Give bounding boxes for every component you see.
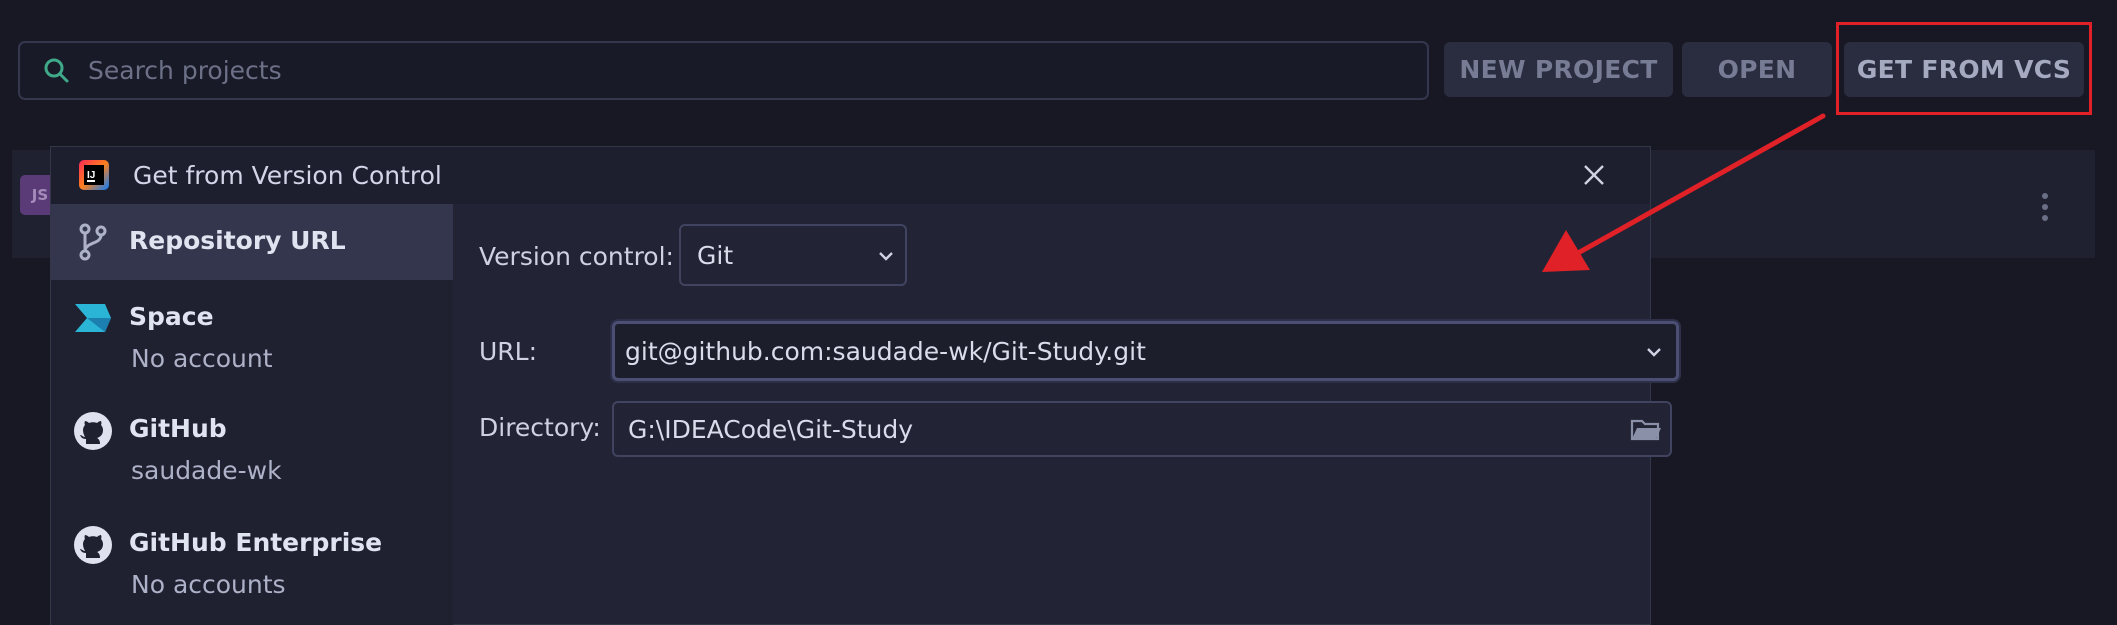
github-icon (74, 526, 112, 564)
nav-sublabel: No accounts (131, 570, 286, 599)
dialog-header: IJ Get from Version Control (51, 147, 1650, 204)
search-input[interactable] (74, 43, 1427, 98)
close-icon[interactable] (1579, 160, 1609, 190)
new-project-button[interactable]: NEW PROJECT (1444, 42, 1673, 97)
nav-item-github[interactable]: GitHub saudade-wk (51, 394, 453, 508)
space-icon (75, 304, 111, 332)
folder-icon[interactable] (1630, 417, 1662, 443)
search-projects-field[interactable] (18, 41, 1429, 100)
github-icon (74, 412, 112, 450)
search-icon (44, 58, 69, 82)
svg-text:IJ: IJ (87, 170, 95, 181)
url-label: URL: (479, 337, 538, 366)
intellij-logo-icon: IJ (79, 160, 109, 190)
url-value: git@github.com:saudade-wk/Git-Study.git (625, 336, 1146, 366)
more-options-icon[interactable] (2038, 193, 2052, 221)
version-control-label: Version control: (479, 242, 674, 271)
nav-sublabel: No account (131, 344, 273, 373)
nav-item-repository-url[interactable]: Repository URL (51, 204, 453, 280)
dialog-title: Get from Version Control (133, 161, 442, 190)
nav-label: Repository URL (129, 226, 346, 255)
nav-label: GitHub (129, 414, 227, 443)
open-button[interactable]: OPEN (1682, 42, 1832, 97)
source-list: Repository URL Space No account GitHub s… (51, 204, 453, 625)
chevron-down-icon (879, 252, 893, 261)
nav-label: Space (129, 302, 214, 331)
highlight-box (1836, 22, 2092, 115)
get-from-vcs-dialog: IJ Get from Version Control Repository U… (50, 146, 1679, 625)
nav-item-github-enterprise[interactable]: GitHub Enterprise No accounts (51, 508, 453, 625)
branch-icon (79, 223, 107, 261)
version-control-select[interactable]: Git (679, 224, 907, 286)
version-control-value: Git (697, 240, 734, 270)
nav-label: GitHub Enterprise (129, 528, 383, 557)
directory-field[interactable]: G:\IDEACode\Git-Study (612, 401, 1672, 457)
chevron-down-icon[interactable] (1645, 346, 1663, 358)
url-combobox[interactable]: git@github.com:saudade-wk/Git-Study.git (612, 321, 1679, 381)
nav-sublabel: saudade-wk (131, 456, 282, 485)
directory-label: Directory: (479, 413, 601, 442)
nav-item-space[interactable]: Space No account (51, 280, 453, 394)
directory-value: G:\IDEACode\Git-Study (628, 414, 914, 444)
